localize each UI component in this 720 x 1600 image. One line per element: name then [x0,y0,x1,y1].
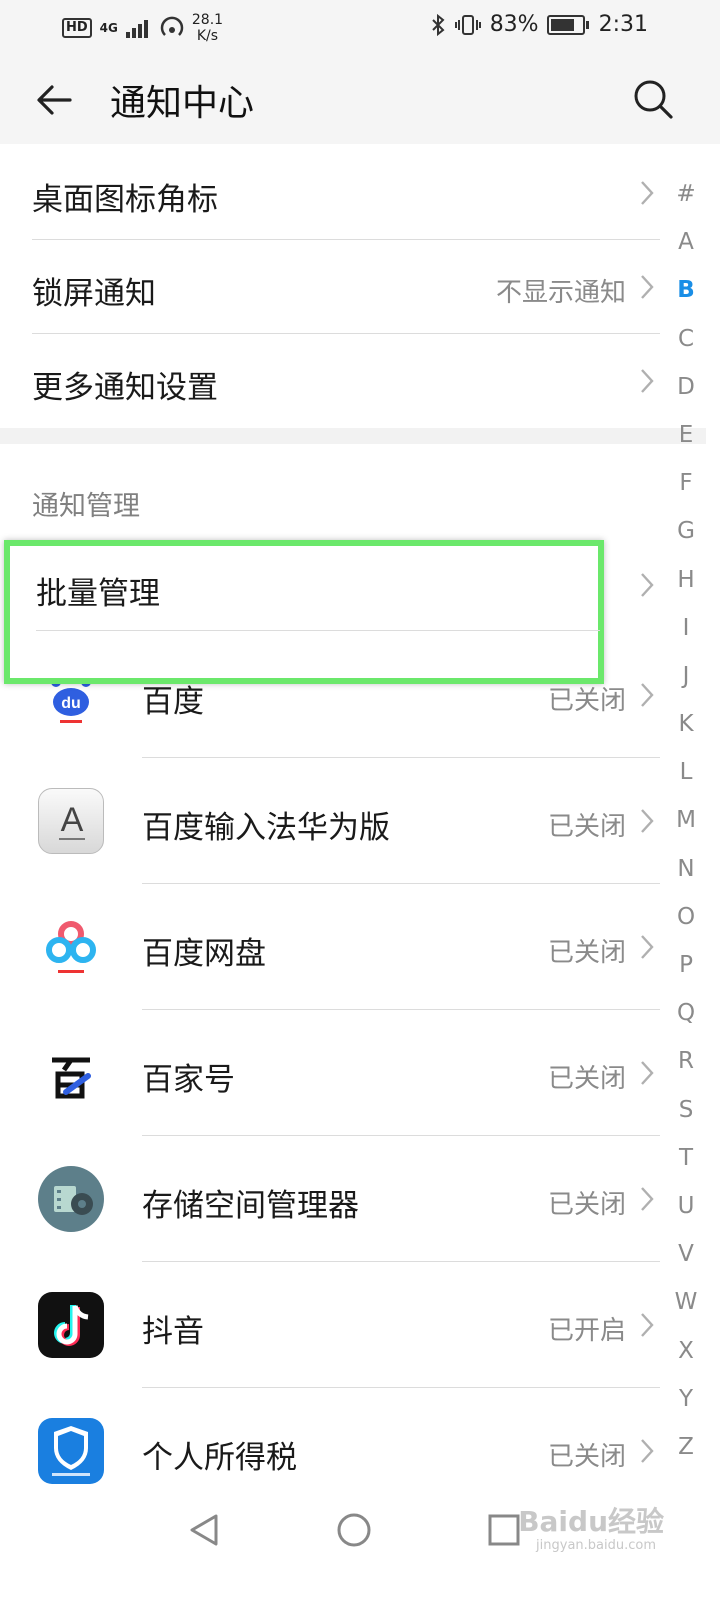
section-gap [0,428,706,444]
index-letter[interactable]: H [666,556,706,604]
app-name: 抖音 [142,1314,204,1350]
hd-icon: HD [62,18,92,38]
batch-manage-label: 批量管理 [36,576,160,612]
app-name: 百家号 [142,1062,235,1098]
vibrate-icon [454,14,481,35]
setting-label: 更多通知设置 [32,370,218,406]
network-speed: 28.1 K/s [192,12,223,44]
app-status: 已关闭 [547,938,626,968]
back-arrow-icon[interactable] [34,80,74,120]
setting-value: 不显示通知 [495,278,626,308]
chevron-right-icon [641,1313,654,1337]
index-letter[interactable]: O [666,893,706,941]
index-letter[interactable]: W [666,1278,706,1326]
index-letter[interactable]: G [666,507,706,555]
signal-icon [125,20,148,38]
index-letter[interactable]: P [666,941,706,989]
index-letter[interactable]: B [666,266,706,314]
index-letter[interactable]: T [666,1134,706,1182]
watermark: Baidu经验 [518,1505,664,1538]
chevron-right-icon [641,809,654,833]
page-title: 通知中心 [110,83,255,124]
app-status: 已关闭 [547,812,626,842]
alphabet-index[interactable]: # A B C D E F G H I J K L M N O P Q R S T U V W X Y Z [666,170,706,1471]
batch-manage-row[interactable]: 批量管理 [4,540,604,684]
chevron-right-icon [641,573,654,597]
chevron-right-icon [641,275,654,299]
app-row-baijiahao[interactable]: 百家号 已关闭 [0,1010,660,1136]
index-letter[interactable]: E [666,411,706,459]
hotspot-icon [160,16,184,36]
app-row-douyin[interactable]: 抖音 已开启 [0,1262,660,1388]
chevron-right-icon [641,1187,654,1211]
svg-text:A: A [61,801,84,839]
douyin-icon [38,1292,104,1358]
divider [36,630,600,631]
speed-unit: K/s [196,28,219,44]
setting-label: 桌面图标角标 [32,182,218,218]
app-name: 百度输入法华为版 [142,810,390,846]
index-letter[interactable]: V [666,1230,706,1278]
chevron-right-icon [641,1439,654,1463]
tax-icon [38,1418,104,1484]
app-name: 百度网盘 [142,936,266,972]
index-letter[interactable]: M [666,796,706,844]
battery-icon [546,14,589,35]
chevron-right-icon [641,1061,654,1085]
index-letter[interactable]: X [666,1327,706,1375]
index-letter[interactable]: A [666,218,706,266]
baidu-input-icon: A [38,788,104,854]
section-title: 通知管理 [32,491,140,522]
app-status: 已关闭 [547,1442,626,1472]
app-status: 已关闭 [547,686,626,716]
index-letter[interactable]: Z [666,1423,706,1471]
baidu-netdisk-icon [38,914,104,980]
title-bar: 通知中心 [0,52,720,144]
setting-row-more[interactable]: 更多通知设置 [0,334,660,428]
index-letter[interactable]: Q [666,989,706,1037]
home-circle-icon[interactable] [334,1510,374,1550]
index-letter[interactable]: N [666,845,706,893]
index-letter[interactable]: Y [666,1375,706,1423]
app-row-baidu-input[interactable]: A 百度输入法华为版 已关闭 [0,758,660,884]
index-letter[interactable]: D [666,363,706,411]
battery-percent: 83% [489,12,539,37]
speed-value: 28.1 [191,12,224,28]
index-letter[interactable]: U [666,1182,706,1230]
index-letter[interactable]: S [666,1086,706,1134]
chevron-right-icon [641,369,654,393]
app-name: 个人所得税 [142,1440,297,1476]
index-letter[interactable]: C [666,315,706,363]
setting-row-lockscreen[interactable]: 锁屏通知 不显示通知 [0,240,660,334]
index-letter[interactable]: K [666,700,706,748]
storage-manager-icon [38,1166,104,1232]
app-status: 已开启 [547,1316,626,1346]
chevron-right-icon [641,181,654,205]
network-type: 4G [99,21,118,35]
baijiahao-icon [38,1040,104,1106]
index-letter[interactable]: F [666,459,706,507]
bluetooth-icon [431,13,445,36]
index-letter[interactable]: R [666,1037,706,1085]
index-letter[interactable]: J [666,652,706,700]
app-row-baidu-netdisk[interactable]: 百度网盘 已关闭 [0,884,660,1010]
chevron-right-icon [641,935,654,959]
watermark-sub: jingyan.baidu.com [536,1538,656,1553]
status-bar: HD 4G 28.1 K/s 83% 2:31 [0,0,720,52]
index-letter[interactable]: # [666,170,706,218]
index-letter[interactable]: L [666,748,706,796]
search-icon[interactable] [632,78,674,120]
clock: 2:31 [598,12,648,37]
setting-row-badge[interactable]: 桌面图标角标 [0,146,660,240]
svg-text:du: du [61,695,81,712]
app-row-storage-manager[interactable]: 存储空间管理器 已关闭 [0,1136,660,1262]
back-triangle-icon[interactable] [184,1510,224,1550]
app-status: 已关闭 [547,1064,626,1094]
index-letter[interactable]: I [666,604,706,652]
chevron-right-icon [641,683,654,707]
setting-label: 锁屏通知 [32,276,156,312]
app-name: 存储空间管理器 [142,1188,359,1224]
app-status: 已关闭 [547,1190,626,1220]
